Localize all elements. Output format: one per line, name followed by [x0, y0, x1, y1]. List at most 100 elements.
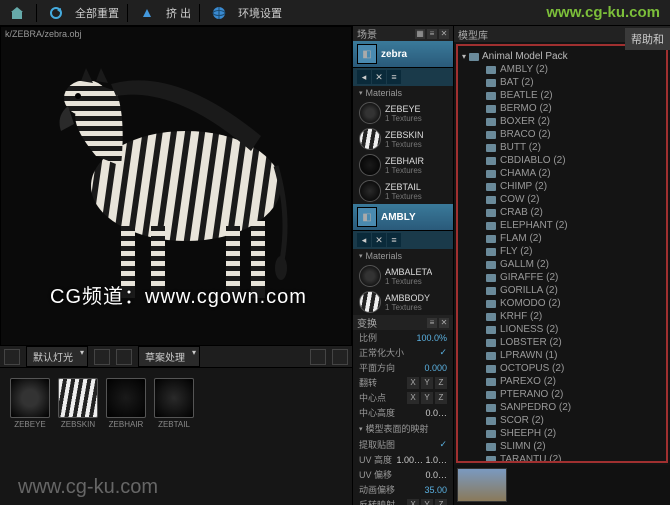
object-control-icon[interactable]: ✕ — [372, 233, 386, 247]
material-item[interactable]: ZEBHAIR1 Textures — [353, 152, 453, 178]
property-row[interactable]: 比例100.0% — [353, 330, 453, 345]
tree-item[interactable]: PTERANO (2) — [462, 388, 662, 401]
panel-tool-icon[interactable]: ▦ — [415, 29, 425, 39]
panel-tool-icon[interactable]: ✕ — [439, 29, 449, 39]
home-icon[interactable] — [6, 2, 28, 24]
model-library-tree[interactable]: ▾Animal Model Pack AMBLY (2)BAT (2)BEATL… — [456, 44, 668, 463]
panel-tool-icon[interactable]: ✕ — [439, 318, 449, 328]
panel-tool-icon[interactable]: ≡ — [427, 29, 437, 39]
material-item[interactable]: ZEBEYE1 Textures — [353, 100, 453, 126]
axis-button[interactable]: X — [407, 499, 419, 505]
axis-button[interactable]: Z — [435, 499, 447, 505]
tree-item[interactable]: GALLM (2) — [462, 258, 662, 271]
axis-button[interactable]: Y — [421, 377, 433, 389]
axis-button[interactable]: X — [407, 377, 419, 389]
object-control-icon[interactable]: ◂ — [357, 70, 371, 84]
tree-item[interactable]: GIRAFFE (2) — [462, 271, 662, 284]
vp-tool-icon[interactable] — [332, 349, 348, 365]
tree-item[interactable]: SLIMN (2) — [462, 440, 662, 453]
vp-tool-icon[interactable] — [94, 349, 110, 365]
tree-item[interactable]: KRHF (2) — [462, 310, 662, 323]
lighting-dropdown[interactable]: 默认灯光 — [26, 346, 88, 367]
vp-tool-icon[interactable] — [310, 349, 326, 365]
object-control-icon[interactable]: ◂ — [357, 233, 371, 247]
material-item[interactable]: ZEBTAIL1 Textures — [353, 178, 453, 204]
scene-object[interactable]: ◧AMBLY — [353, 204, 453, 231]
property-row[interactable]: 翻转XYZ — [353, 375, 453, 390]
object-control-icon[interactable]: ≡ — [387, 70, 401, 84]
material-thumb[interactable]: ZEBTAIL — [152, 378, 196, 429]
property-row[interactable]: 动画偏移35.00 — [353, 482, 453, 497]
tree-item[interactable]: SCOR (2) — [462, 414, 662, 427]
property-value[interactable]: 0.000 — [424, 363, 447, 373]
materials-header[interactable]: Materials — [353, 86, 453, 100]
tree-item[interactable]: SANPEDRO (2) — [462, 401, 662, 414]
tree-item[interactable]: CHIMP (2) — [462, 180, 662, 193]
extrude-button[interactable]: 挤 出 — [166, 5, 191, 21]
tree-item[interactable]: KOMODO (2) — [462, 297, 662, 310]
tree-item[interactable]: ELEPHANT (2) — [462, 219, 662, 232]
tree-item[interactable]: BRACO (2) — [462, 128, 662, 141]
tree-item[interactable]: CRAB (2) — [462, 206, 662, 219]
axis-button[interactable]: Z — [435, 377, 447, 389]
env-settings-button[interactable]: 环境设置 — [238, 5, 282, 21]
tree-item[interactable]: CHAMA (2) — [462, 167, 662, 180]
tree-item[interactable]: SHEEPH (2) — [462, 427, 662, 440]
tree-item[interactable]: LIONESS (2) — [462, 323, 662, 336]
tree-item[interactable]: AMBLY (2) — [462, 63, 662, 76]
axis-button[interactable]: X — [407, 392, 419, 404]
preview-thumb[interactable] — [457, 468, 507, 502]
tree-item[interactable]: CBDIABLO (2) — [462, 154, 662, 167]
property-value[interactable]: ✓ — [439, 347, 447, 358]
property-value[interactable]: 35.00 — [424, 485, 447, 495]
property-value[interactable]: 0.0… — [425, 408, 447, 418]
material-item[interactable]: ZEBSKIN1 Textures — [353, 126, 453, 152]
tree-item[interactable]: BERMO (2) — [462, 102, 662, 115]
tree-item[interactable]: GORILLA (2) — [462, 284, 662, 297]
tree-item[interactable]: TARANTU (2) — [462, 453, 662, 463]
property-row[interactable]: UV 偏移0.0… — [353, 467, 453, 482]
tree-item[interactable]: BUTT (2) — [462, 141, 662, 154]
material-thumb[interactable]: ZEBSKIN — [56, 378, 100, 429]
tree-item[interactable]: FLY (2) — [462, 245, 662, 258]
material-thumb[interactable]: ZEBHAIR — [104, 378, 148, 429]
tree-item[interactable]: COW (2) — [462, 193, 662, 206]
property-row[interactable]: 中心高度0.0… — [353, 405, 453, 420]
tree-root[interactable]: ▾Animal Model Pack — [462, 50, 662, 63]
extrude-icon[interactable] — [136, 2, 158, 24]
refresh-icon[interactable] — [45, 2, 67, 24]
object-control-icon[interactable]: ≡ — [387, 233, 401, 247]
property-row[interactable]: UV 高度1.00… 1.0… — [353, 452, 453, 467]
property-row[interactable]: 提取贴图✓ — [353, 437, 453, 452]
tree-item[interactable]: FLAM (2) — [462, 232, 662, 245]
axis-button[interactable]: Z — [435, 392, 447, 404]
material-item[interactable]: AMBBODY1 Textures — [353, 289, 453, 315]
panel-tool-icon[interactable]: ≡ — [427, 318, 437, 328]
help-button[interactable]: 帮助和 — [625, 28, 670, 50]
property-value[interactable]: ✓ — [439, 439, 447, 450]
property-value[interactable]: 100.0% — [416, 333, 447, 343]
property-value[interactable]: 1.00… 1.0… — [396, 455, 447, 465]
axis-button[interactable]: Y — [421, 499, 433, 505]
tree-item[interactable]: LPRAWN (1) — [462, 349, 662, 362]
render-dropdown[interactable]: 草案处理 — [138, 346, 200, 367]
reset-button[interactable]: 全部重置 — [75, 5, 119, 21]
mapping-section-header[interactable]: 模型表面的映射 — [353, 420, 453, 437]
tree-item[interactable]: OCTOPUS (2) — [462, 362, 662, 375]
vp-tool-icon[interactable] — [116, 349, 132, 365]
property-row[interactable]: 反转映射XYZ — [353, 497, 453, 505]
tree-item[interactable]: BEATLE (2) — [462, 89, 662, 102]
tree-item[interactable]: PAREXO (2) — [462, 375, 662, 388]
tree-item[interactable]: BOXER (2) — [462, 115, 662, 128]
globe-icon[interactable] — [208, 2, 230, 24]
property-value[interactable]: 0.0… — [425, 470, 447, 480]
tree-item[interactable]: LOBSTER (2) — [462, 336, 662, 349]
material-thumb[interactable]: ZEBEYE — [8, 378, 52, 429]
material-item[interactable]: AMBALETA1 Textures — [353, 263, 453, 289]
scene-object[interactable]: ◧zebra — [353, 41, 453, 68]
property-row[interactable]: 正常化大小✓ — [353, 345, 453, 360]
property-row[interactable]: 中心点XYZ — [353, 390, 453, 405]
axis-button[interactable]: Y — [421, 392, 433, 404]
materials-header[interactable]: Materials — [353, 249, 453, 263]
object-control-icon[interactable]: ✕ — [372, 70, 386, 84]
